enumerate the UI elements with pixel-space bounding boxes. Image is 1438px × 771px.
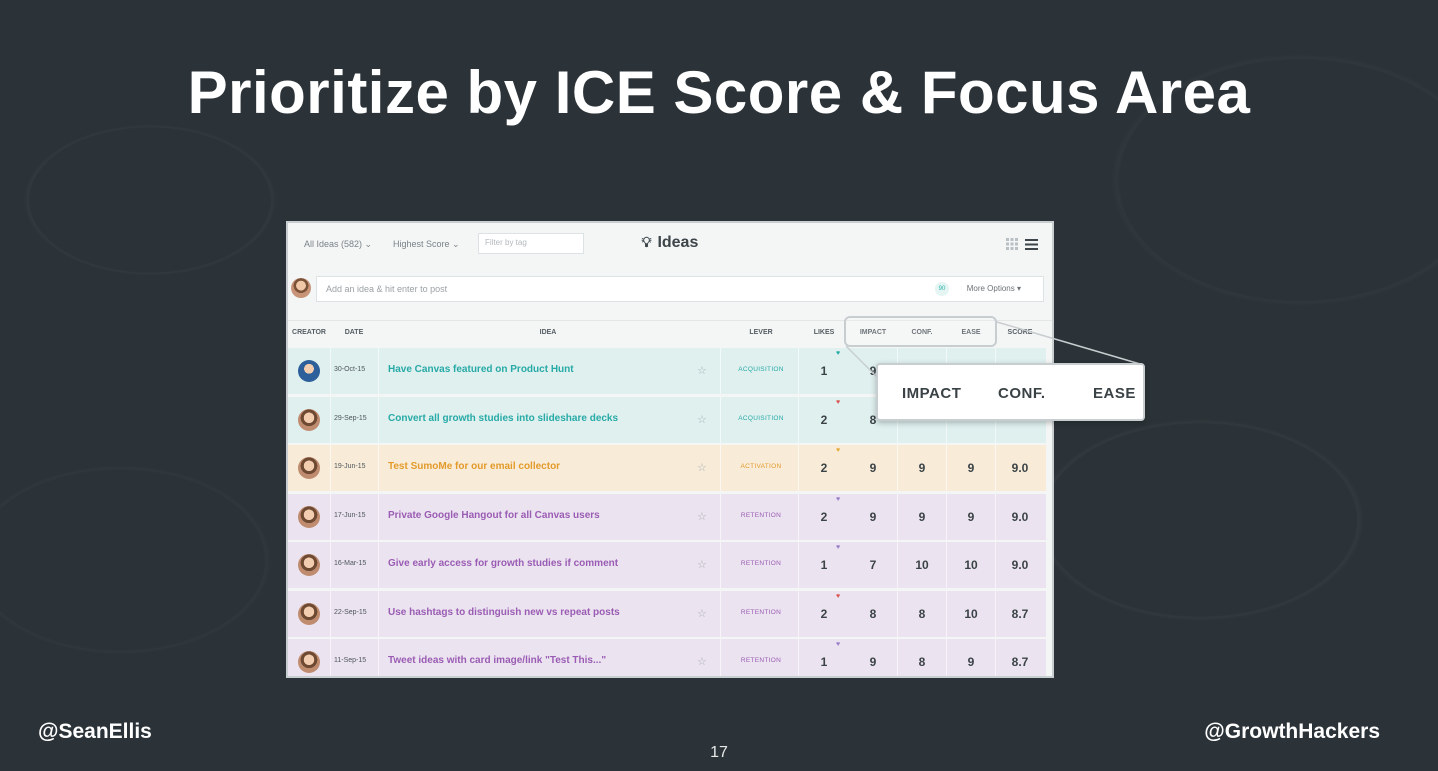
callout-impact: IMPACT <box>902 385 962 402</box>
callout-ease: EASE <box>1093 385 1136 402</box>
handle-right: @GrowthHackers <box>1204 720 1380 743</box>
handle-left: @SeanEllis <box>38 720 152 743</box>
callout-connector-lines <box>845 321 1141 379</box>
ice-callout: IMPACT CONF. EASE <box>876 363 1145 421</box>
callout-conf: CONF. <box>998 385 1046 402</box>
page-number: 17 <box>710 744 728 761</box>
